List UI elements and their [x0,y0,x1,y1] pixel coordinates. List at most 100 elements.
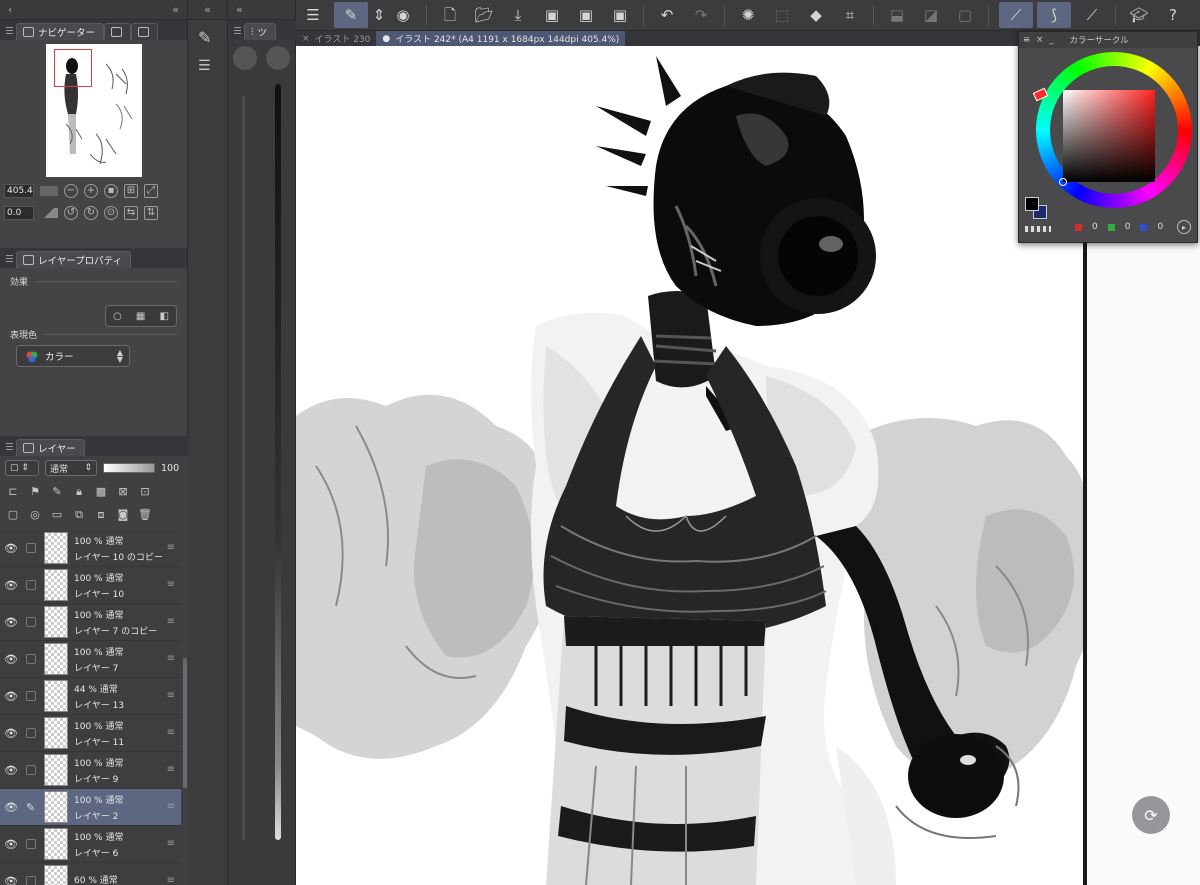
layer-menu-icon[interactable]: ≡ [167,801,175,812]
flip-vertical-icon[interactable]: ⇅ [144,206,158,220]
fill-icon[interactable]: ◆ [803,2,829,28]
clip-lower-layer-icon[interactable]: ⊏ [7,486,19,498]
visibility-eye-icon[interactable]: 👁︎ [0,616,22,629]
loading-icon[interactable]: ✺ [735,2,761,28]
export-psd-icon[interactable]: ▣ [607,2,633,28]
layer-menu-icon[interactable]: ≡ [167,875,175,885]
layer-type-select[interactable]: ▢ ⇕ [5,460,39,476]
zoom-out-icon[interactable]: − [64,184,78,198]
layer-lock-checkbox[interactable] [26,543,36,553]
brush-size-preview-2[interactable] [266,46,290,70]
rotation-slider[interactable] [40,208,58,218]
layer-menu-icon[interactable]: ≡ [167,616,175,627]
draft-layer-icon[interactable]: ✎ [51,486,63,498]
tone-effect-icon[interactable]: ▦ [136,311,145,322]
invert-selection-icon[interactable]: ◪ [918,2,944,28]
visibility-eye-icon[interactable]: 👁︎ [0,875,22,885]
transparent-swatch[interactable] [1025,226,1051,232]
zoom-input[interactable]: 405.4 [4,184,34,198]
visibility-eye-icon[interactable]: 👁︎ [0,801,22,814]
export-png-icon[interactable]: ▣ [573,2,599,28]
chevron-updown-icon[interactable]: ⇕ [372,2,386,28]
layer-row[interactable]: 👁︎ 100 % 通常 レイヤー 7 のコピー ≡ [0,604,181,641]
clip-studio-icon[interactable]: ◉ [390,2,416,28]
layer-row[interactable]: 👁︎ 100 % 通常 レイヤー 10 のコピー ≡ [0,530,181,567]
tool-settings-icon[interactable]: ☰ [198,58,211,74]
merge-down-icon[interactable]: ⧈ [95,509,107,521]
sv-cursor[interactable] [1059,178,1067,186]
panel-grip-icon[interactable] [2,436,16,456]
undo-icon[interactable]: ↶ [654,2,680,28]
flip-horizontal-icon[interactable]: ⇆ [124,206,138,220]
layer-lock-checkbox[interactable] [26,617,36,627]
pen-pressure-icon[interactable]: ⟋ [999,2,1033,28]
edit-mode-icon[interactable]: ✎ [334,2,368,28]
saturation-value-square[interactable] [1063,90,1155,182]
layer-menu-icon[interactable]: ≡ [167,690,175,701]
layer-row[interactable]: 👁︎ 100 % 通常 レイヤー 7 ≡ [0,641,181,678]
document-tab-1[interactable]: × イラスト 230 [296,31,376,46]
layer-list[interactable]: 👁︎ 100 % 通常 レイヤー 10 のコピー ≡ 👁︎ 100 % 通常 レイヤー 10… [0,530,181,885]
rotate-canvas-button[interactable]: ⟳ [1132,796,1170,834]
layer-row[interactable]: 👁︎ 100 % 通常 レイヤー 11 ≡ [0,715,181,752]
layer-row[interactable]: 👁︎ 100 % 通常 レイヤー 6 ≡ [0,826,181,863]
actual-size-icon[interactable]: ▪ [104,184,118,198]
lock-transparency-icon[interactable]: ▩ [95,486,107,498]
layer-menu-icon[interactable]: ≡ [167,653,175,664]
navigator-view-frame[interactable] [54,49,92,87]
main-color-swatch[interactable] [1025,197,1039,211]
tab-history[interactable] [131,23,159,40]
opacity-value[interactable]: 100 [161,463,179,474]
export-jpg-icon[interactable]: ▣ [539,2,565,28]
expression-color-select[interactable]: カラー ▲ ▼ [16,345,130,367]
pen-tool-icon[interactable]: ✎ [198,28,211,47]
opacity-slider[interactable] [103,463,155,473]
layer-color-icon[interactable]: ◧ [159,311,168,322]
menu-icon[interactable]: ☰ [300,2,326,28]
clear-icon[interactable]: ⬚ [769,2,795,28]
layer-row[interactable]: 👁︎ 100 % 通常 レイヤー 9 ≡ [0,752,181,789]
layer-lock-checkbox[interactable] [26,876,36,885]
close-icon[interactable]: × [302,34,310,44]
layer-list-scrollbar[interactable] [183,658,187,788]
layer-lock-checkbox[interactable] [26,580,36,590]
tab-layer-property[interactable]: レイヤープロパティ [16,251,132,268]
visibility-eye-icon[interactable]: 👁︎ [0,653,22,666]
reset-rotation-icon[interactable]: ⊙ [104,206,118,220]
layer-lock-checkbox[interactable] [26,765,36,775]
reference-layer-icon[interactable]: ⚑ [29,486,41,498]
tab-brush[interactable]: ⫶ ツ [244,23,276,40]
visibility-eye-icon[interactable]: 👁︎ [0,764,22,777]
visibility-eye-icon[interactable]: 👁︎ [0,690,22,703]
brush-col-collapse[interactable]: « [228,0,295,20]
layer-lock-checkbox[interactable] [26,728,36,738]
collapse-icon[interactable]: « [236,3,243,16]
layer-lock-checkbox[interactable] [26,654,36,664]
layer-row[interactable]: 👁︎ ✎ 100 % 通常 レイヤー 2 ≡ [0,789,181,826]
visibility-eye-icon[interactable]: 👁︎ [0,838,22,851]
panel-grip-icon[interactable]: ≡ [1023,35,1030,45]
layer-lock-checkbox[interactable] [26,691,36,701]
layer-row[interactable]: 👁︎ 60 % 通常 ≡ [0,863,181,885]
layer-lock-checkbox[interactable] [26,839,36,849]
color-panel-menu-icon[interactable]: ▸ [1177,220,1191,234]
brush-stroke-icon[interactable]: ⟆ [1037,2,1071,28]
redo-icon[interactable]: ↷ [688,2,714,28]
rotate-left-icon[interactable]: ↺ [64,206,78,220]
zoom-slider[interactable] [40,186,58,196]
deselect-icon[interactable]: ⬓ [884,2,910,28]
panel-grip-icon[interactable] [2,248,16,268]
transform-icon[interactable]: ⌗ [837,2,863,28]
layer-row[interactable]: 👁︎ 44 % 通常 レイヤー 13 ≡ [0,678,181,715]
rotation-input[interactable]: 0.0 [4,206,34,220]
left-collapse-bar[interactable]: ‹ « [0,0,187,20]
zoom-in-icon[interactable]: + [84,184,98,198]
collapse-right-icon[interactable]: « [172,3,179,16]
border-effect-icon[interactable]: ○ [113,311,122,322]
save-icon[interactable]: ⤓ [505,2,531,28]
add-mask-icon[interactable]: ◙ [117,509,129,521]
learn-icon[interactable]: 🎓︎ [1126,2,1152,28]
mask-range-icon[interactable]: ⊡ [139,486,151,498]
brush-size-slider[interactable] [275,84,281,840]
visibility-eye-icon[interactable]: 👁︎ [0,727,22,740]
